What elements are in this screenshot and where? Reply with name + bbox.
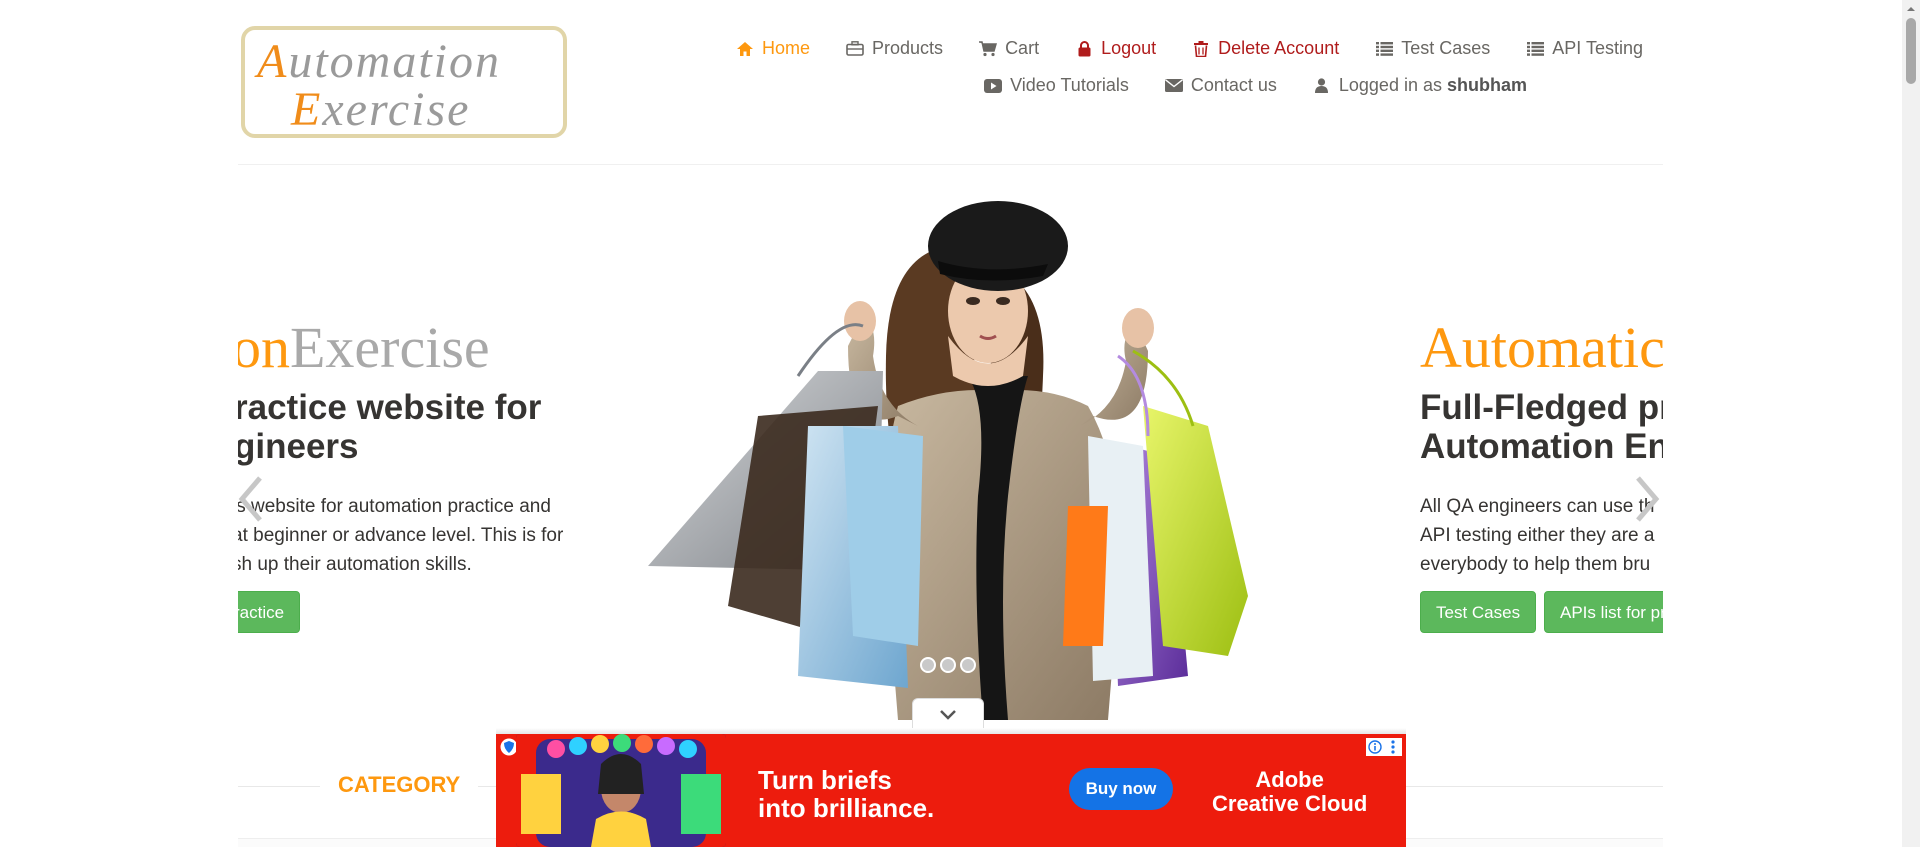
ad-choices (1366, 738, 1402, 756)
ad-brand-line-1: Adobe (1255, 767, 1324, 792)
scrollbar-thumb[interactable] (1906, 18, 1916, 84)
logo-cap-e: E (291, 83, 323, 136)
left-slide-subtitle-line-1: ractice website for (238, 388, 542, 427)
logo-line-1: Automation (257, 34, 501, 89)
carousel-dot-3[interactable] (960, 657, 976, 673)
nav-logout-label: Logout (1101, 38, 1157, 58)
adobe-banner-ad[interactable]: Turn briefs into brilliance. Buy now Ado… (496, 734, 1406, 847)
ad-headline-line-2: into brilliance. (758, 793, 935, 823)
test-cases-button[interactable]: Test Cases (1420, 591, 1537, 633)
ad-headline: Turn briefs into brilliance. (758, 766, 934, 822)
right-slide-title: Automatic (1420, 314, 1663, 381)
left-slide-text: is website for automation practice and a… (238, 492, 563, 579)
ad-buy-now-button[interactable]: Buy now (1069, 768, 1173, 810)
right-slide-text-line-1: All QA engineers can use th (1420, 496, 1655, 517)
ad-brand-line-2: Creative Cloud (1212, 791, 1368, 816)
nav-home[interactable]: Home (736, 38, 810, 59)
ad-brand: Adobe Creative Cloud (1212, 768, 1367, 816)
category-title: CATEGORY (320, 772, 479, 798)
envelope-icon (1164, 77, 1183, 95)
carousel-dot-2[interactable] (940, 657, 956, 673)
carousel-dot-1[interactable] (920, 657, 936, 673)
nav-home-label: Home (762, 38, 811, 58)
nav-video-tutorials[interactable]: Video Tutorials (984, 75, 1129, 96)
right-slide-text: All QA engineers can use th API testing … (1420, 492, 1654, 579)
chevron-down-icon (940, 710, 956, 720)
ad-headline-line-1: Turn briefs (758, 765, 892, 795)
right-slide-subtitle: Full-Fledged pr Automation En (1420, 388, 1663, 466)
user-icon (1313, 77, 1331, 95)
ad-menu-icon[interactable] (1384, 738, 1402, 756)
ad-illustration-image (516, 734, 726, 847)
logo-text-automation: utomation (288, 35, 501, 88)
nav-contact-us-label: Contact us (1190, 75, 1277, 95)
scroll-up-arrow-icon[interactable] (1906, 4, 1916, 14)
nav-delete-account[interactable]: Delete Account (1192, 38, 1339, 59)
list-icon (1375, 40, 1393, 58)
apis-list-button[interactable]: APIs list for pr (1544, 591, 1663, 633)
ad-info-icon[interactable] (1366, 738, 1384, 756)
hero-shopping-woman-image (648, 201, 1248, 720)
nav-delete-account-label: Delete Account (1218, 38, 1340, 58)
main-nav: Home Products Cart Logout Delete Account… (700, 38, 1643, 59)
secondary-nav: Video Tutorials Contact us Logged in as … (948, 75, 1527, 96)
nav-cart-label: Cart (1005, 38, 1040, 58)
cart-icon (979, 40, 998, 58)
carousel-indicators (920, 657, 980, 673)
logged-in-label: Logged in as (1338, 75, 1442, 95)
page: Automation Exercise Home Products Cart L… (0, 0, 1920, 847)
nav-products-label: Products (872, 38, 944, 58)
nav-video-tutorials-label: Video Tutorials (1010, 75, 1129, 95)
hero-slider: onExercise ractice website for gineers i… (238, 166, 1663, 720)
logo-line-2: Exercise (291, 82, 470, 137)
lock-icon (1075, 40, 1093, 58)
nav-api-testing[interactable]: API Testing (1526, 38, 1643, 59)
nav-logged-in-as: Logged in as shubham (1313, 75, 1527, 96)
left-slide-practice-button[interactable]: ractice (238, 591, 301, 633)
right-slide-title-orange: Automatic (1420, 315, 1663, 380)
nav-logout[interactable]: Logout (1075, 38, 1156, 59)
left-slide-text-line-1: is website for automation practice and (238, 496, 551, 517)
left-slide-title-orange: on (238, 315, 290, 380)
left-slide-text-line-2: at beginner or advance level. This is fo… (238, 525, 564, 546)
left-slide-text-line-3: sh up their automation skills. (238, 554, 472, 575)
trash-icon (1192, 40, 1210, 58)
nav-contact-us[interactable]: Contact us (1164, 75, 1277, 96)
home-icon (736, 40, 754, 58)
right-slide-text-line-2: API testing either they are a (1420, 525, 1655, 546)
nav-cart[interactable]: Cart (979, 38, 1039, 59)
site-logo[interactable]: Automation Exercise (241, 26, 567, 138)
right-slide-text-line-3: everybody to help them bru (1420, 554, 1651, 575)
right-slide-subtitle-line-2: Automation En (1420, 427, 1663, 466)
youtube-play-icon (984, 77, 1003, 95)
nav-test-cases-label: Test Cases (1401, 38, 1491, 58)
logo-cap-a: A (257, 35, 289, 88)
left-slide-subtitle: ractice website for gineers (238, 388, 541, 466)
logged-in-username: shubham (1446, 75, 1527, 95)
list-icon (1526, 40, 1544, 58)
header-divider (238, 164, 1663, 165)
right-slide-subtitle-line-1: Full-Fledged pr (1420, 388, 1663, 427)
briefcase-icon (846, 40, 864, 58)
logo-text-exercise: xercise (322, 83, 471, 136)
left-slide-title-gray: Exercise (290, 315, 490, 380)
nav-test-cases[interactable]: Test Cases (1375, 38, 1490, 59)
ad-collapse-toggle[interactable] (912, 698, 984, 730)
nav-api-testing-label: API Testing (1552, 38, 1643, 58)
slider-prev-chevron-icon[interactable] (236, 474, 266, 524)
nav-products[interactable]: Products (846, 38, 943, 59)
slider-next-chevron-icon[interactable] (1632, 474, 1662, 524)
left-slide-title: onExercise (238, 314, 490, 381)
page-scrollbar[interactable] (1902, 0, 1920, 847)
left-slide-subtitle-line-2: gineers (238, 427, 359, 466)
